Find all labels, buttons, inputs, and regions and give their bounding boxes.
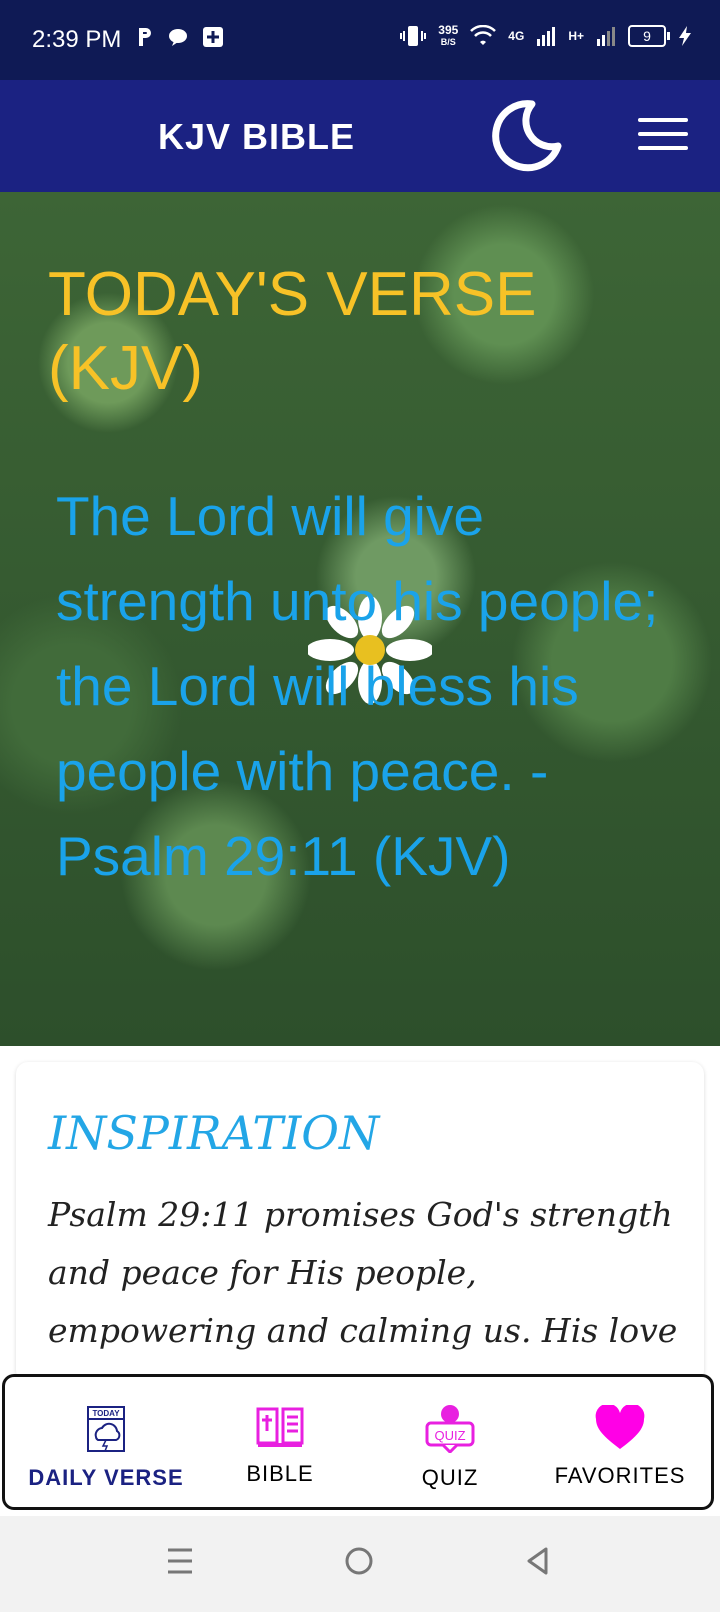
moon-icon [492,100,562,172]
home-circle-icon [345,1547,373,1575]
app-bar: KJV BIBLE [0,80,720,192]
home-button[interactable] [344,1546,374,1580]
nav-daily-verse[interactable]: TODAY DAILY VERSE [25,1405,187,1491]
hamburger-icon [638,118,688,122]
calendar-today-icon: TODAY [87,1406,125,1452]
nav-quiz[interactable]: QUIZ QUIZ [385,1405,515,1491]
back-triangle-icon [527,1547,548,1575]
charging-bolt-icon [679,26,691,46]
nav-favorites[interactable]: FAVORITES [535,1403,705,1489]
signal-icon-2 [597,27,615,46]
system-navigation-bar [0,1516,720,1612]
parking-icon [139,28,151,46]
nav-quiz-label: QUIZ [421,1465,479,1490]
nav-bible[interactable]: BIBLE [215,1405,345,1487]
dark-mode-button[interactable] [486,96,566,176]
heart-icon [595,1403,645,1449]
todays-verse-hero: TODAY'S VERSE (KJV) The Lord will give s… [0,192,720,1046]
chat-icon [169,29,187,46]
plus-box-icon [203,27,223,47]
battery-icon: 9 [628,25,670,47]
network-speed: 395 B/S [438,23,459,47]
vibrate-icon [400,26,427,46]
nav-favorites-label: FAVORITES [554,1463,686,1488]
quiz-icon: QUIZ [425,1405,475,1455]
status-bar: 2:39 PM 395 B/S 4G H+ 9 [0,0,720,80]
menu-button[interactable] [638,118,688,154]
recent-apps-icon [168,1548,192,1574]
inspiration-card: INSPIRATION Psalm 29:11 promises God's s… [16,1062,704,1408]
bible-book-icon [256,1407,304,1447]
nav-bible-label: BIBLE [246,1461,314,1486]
status-time: 2:39 PM [32,26,122,53]
todays-verse-heading: TODAY'S VERSE (KJV) [48,260,537,403]
nav-daily-verse-label: DAILY VERSE [28,1465,184,1490]
svg-text:QUIZ: QUIZ [434,1428,465,1443]
svg-text:TODAY: TODAY [92,1409,120,1418]
signal-icon [537,27,556,46]
verse-text: The Lord will give strength unto his peo… [56,485,659,887]
bottom-navigation: TODAY DAILY VERSE BIBLE QUIZ QUIZ FAVORI… [2,1374,714,1510]
back-button[interactable] [524,1546,552,1580]
wifi-icon [470,25,497,45]
app-title: KJV BIBLE [158,116,356,157]
inspiration-title: INSPIRATION [48,1106,380,1160]
recent-apps-button[interactable] [166,1546,194,1580]
